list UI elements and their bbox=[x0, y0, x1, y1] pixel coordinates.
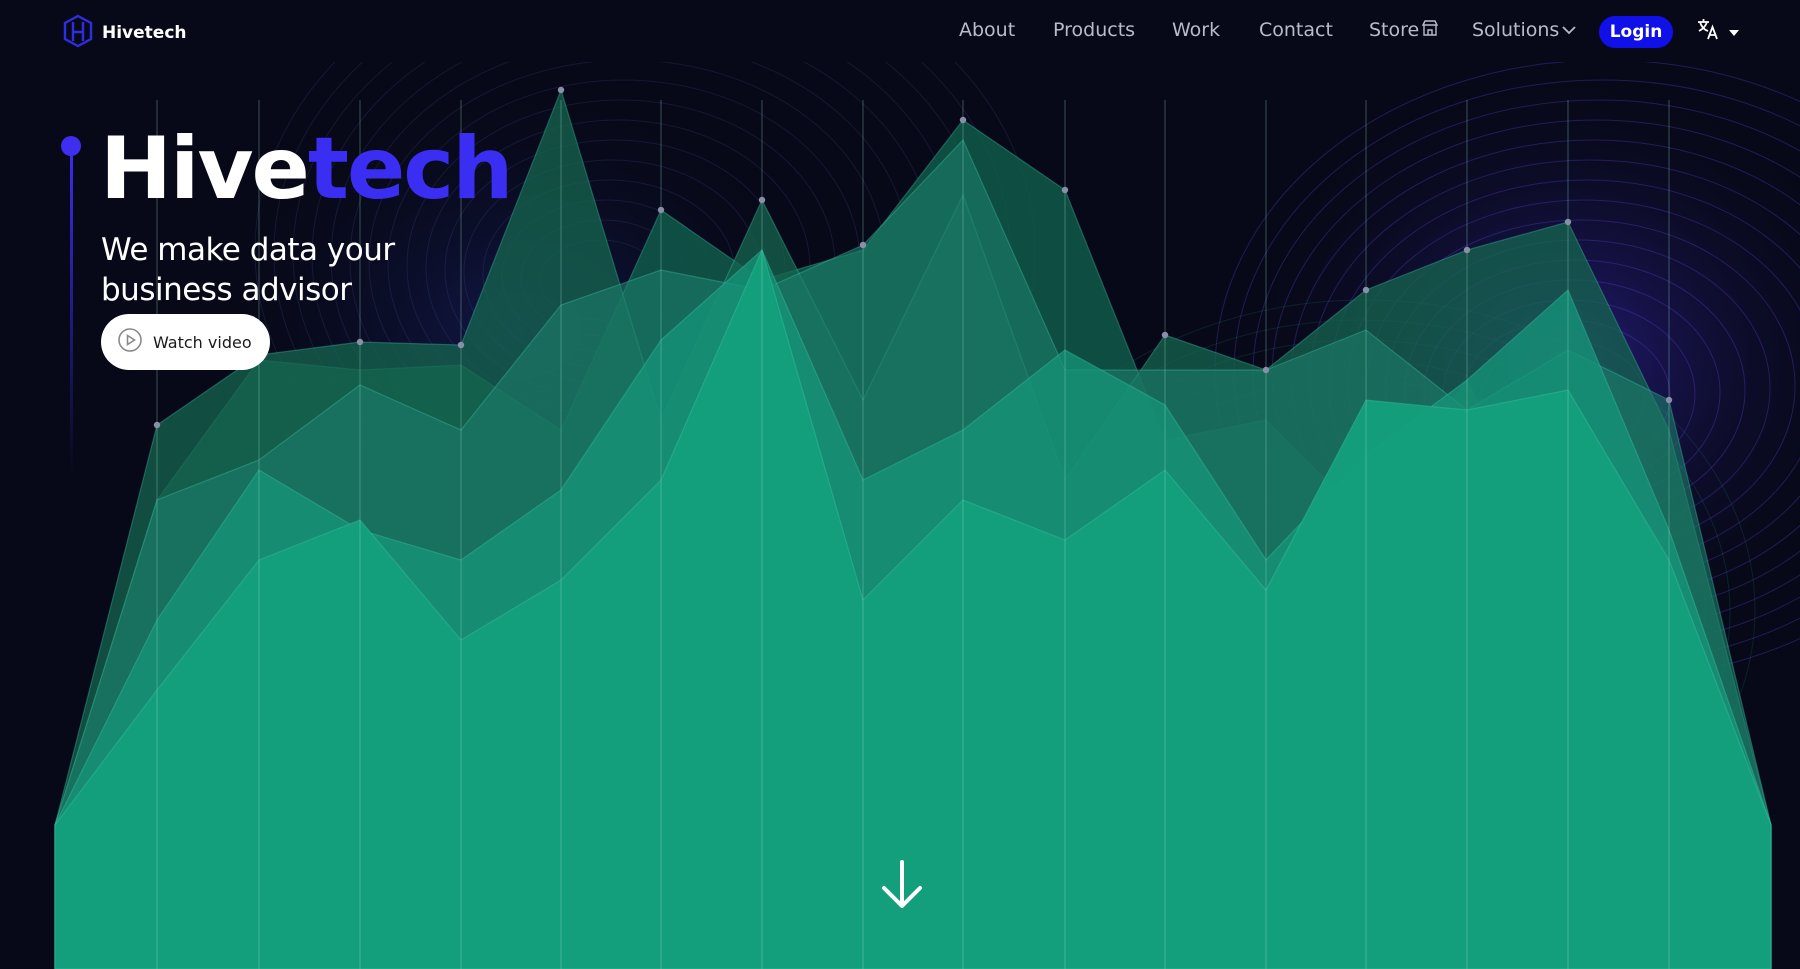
peak-dot-12 bbox=[1161, 331, 1169, 339]
peak-dot-5 bbox=[457, 341, 465, 349]
peak-dot-16 bbox=[1564, 218, 1572, 226]
watch-video-label: Watch video bbox=[153, 332, 252, 352]
arrow-down-icon bbox=[880, 860, 924, 914]
peak-dot-8 bbox=[758, 196, 766, 204]
nav-link-solutions[interactable]: Solutions bbox=[1472, 19, 1577, 41]
login-button[interactable]: Login bbox=[1599, 16, 1673, 48]
top-navigation: Hivetech About Products Work Contact Sto… bbox=[0, 0, 1800, 62]
peak-dot-14 bbox=[1362, 286, 1370, 294]
nav-link-about[interactable]: About bbox=[959, 19, 1015, 41]
hero-tagline: We make data your business advisor bbox=[101, 232, 395, 308]
peak-dot-9 bbox=[859, 241, 867, 249]
brand-logo[interactable]: Hivetech bbox=[62, 14, 187, 52]
peak-dot-10 bbox=[959, 116, 967, 124]
hivetech-logo-icon bbox=[62, 14, 94, 52]
peak-dot-17 bbox=[1665, 396, 1673, 404]
peak-dot-6 bbox=[557, 86, 565, 94]
peak-dot-4 bbox=[356, 338, 364, 346]
peak-dot-7 bbox=[657, 206, 665, 214]
brand-name: Hivetech bbox=[102, 23, 187, 43]
peak-dot-15 bbox=[1463, 246, 1471, 254]
nav-link-products[interactable]: Products bbox=[1053, 19, 1135, 41]
nav-link-work[interactable]: Work bbox=[1172, 19, 1220, 41]
peak-dot-11 bbox=[1061, 186, 1069, 194]
language-selector[interactable] bbox=[1696, 18, 1740, 44]
translate-icon bbox=[1696, 18, 1720, 44]
play-circle-icon bbox=[117, 327, 143, 357]
nav-link-solutions-label: Solutions bbox=[1472, 19, 1560, 41]
scroll-down-button[interactable] bbox=[880, 860, 924, 914]
nav-link-store-label: Store bbox=[1369, 19, 1420, 41]
hero-accent-dot bbox=[61, 136, 81, 156]
peak-dot-13 bbox=[1262, 366, 1270, 374]
hero-title-part2: tech bbox=[307, 119, 514, 219]
peak-dot-2 bbox=[153, 421, 161, 429]
hero-title: Hivetech bbox=[100, 126, 513, 212]
nav-link-store[interactable]: Store bbox=[1369, 19, 1439, 41]
watch-video-button[interactable]: Watch video bbox=[101, 314, 270, 370]
hero-accent-line bbox=[70, 145, 73, 475]
nav-link-contact[interactable]: Contact bbox=[1259, 19, 1333, 41]
chevron-down-icon bbox=[1561, 19, 1577, 41]
hero-title-part1: Hive bbox=[100, 119, 310, 219]
caret-down-icon bbox=[1728, 22, 1740, 41]
store-icon bbox=[1421, 19, 1439, 41]
